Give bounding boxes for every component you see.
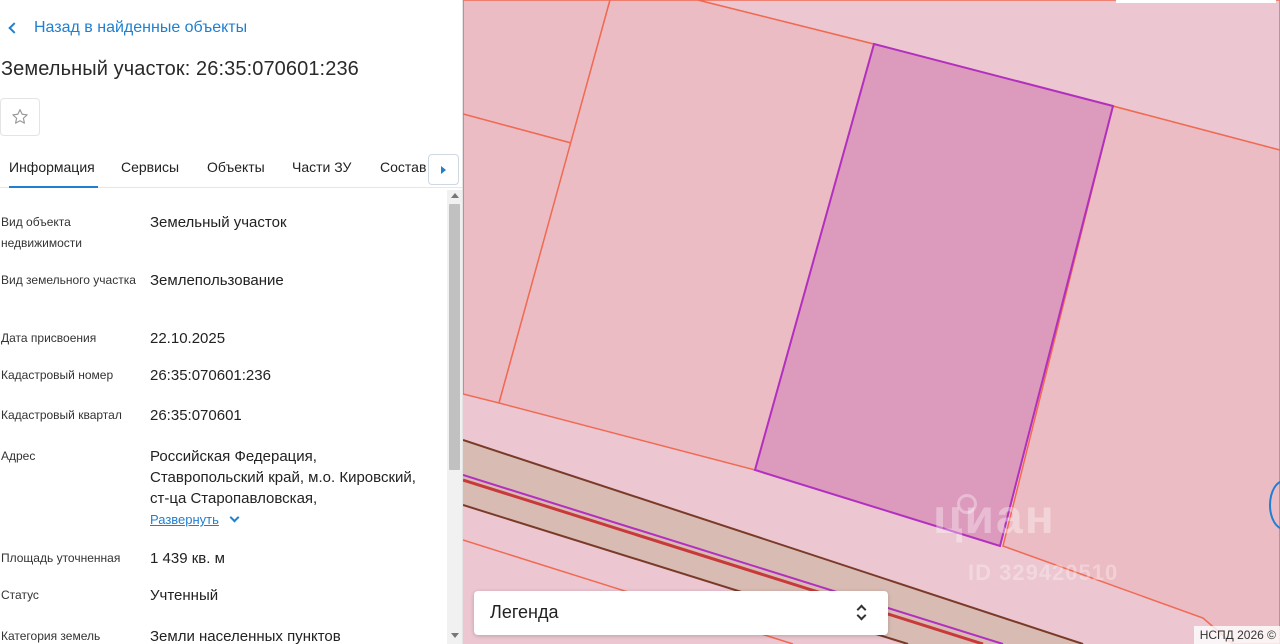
tab-information[interactable]: Информация: [9, 152, 98, 188]
property-value: Учтенный: [150, 587, 219, 604]
watermark: циан: [933, 491, 1056, 544]
tabs-scroll-right-button[interactable]: [428, 154, 459, 185]
scroll-down-arrow-icon[interactable]: [451, 633, 459, 638]
property-value: 22.10.2025: [150, 330, 226, 347]
tab-parcel-parts-label: Части ЗУ: [292, 159, 352, 175]
property-value: Землепользование: [150, 272, 284, 289]
map-top-control-strip: [1116, 0, 1276, 3]
property-value: 26:35:070601:236: [150, 367, 271, 384]
legend-label: Легенда: [490, 602, 559, 622]
map-canvas[interactable]: [463, 0, 1280, 644]
property-label: Статус: [1, 588, 39, 602]
expand-collapse-icon: [856, 603, 868, 625]
property-value: 1 439 кв. м: [150, 550, 225, 567]
tab-parcel-parts[interactable]: Части ЗУ: [292, 152, 351, 188]
back-link-label: Назад в найденные объекты: [34, 19, 248, 36]
tab-objects[interactable]: Объекты: [207, 152, 265, 188]
property-list: Вид объекта недвижимости Земельный участ…: [0, 190, 447, 644]
tab-composition[interactable]: Состав: [380, 152, 426, 188]
caret-right-icon: [441, 165, 446, 174]
property-label: Категория земель: [1, 629, 101, 643]
map-attribution: НСПД 2026 ©: [1193, 626, 1280, 644]
tab-composition-label: Состав: [380, 159, 427, 175]
back-to-results-link[interactable]: Назад в найденные объекты: [6, 19, 247, 37]
info-panel: Назад в найденные объекты Земельный учас…: [0, 0, 463, 644]
page-title: Земельный участок: 26:35:070601:236: [1, 58, 359, 80]
property-value: 26:35:070601: [150, 407, 242, 424]
property-label: Дата присвоения: [1, 331, 97, 345]
property-list-scrollbar[interactable]: [447, 190, 462, 644]
expand-address-label: Развернуть: [150, 512, 219, 527]
tab-information-label: Информация: [9, 159, 95, 175]
property-label: Кадастровый квартал: [1, 408, 122, 422]
scrollbar-thumb[interactable]: [449, 204, 460, 470]
property-label: Вид земельного участка: [1, 273, 136, 287]
watermark-id: ID 329420510: [968, 560, 1119, 585]
favorite-button[interactable]: [0, 98, 40, 136]
legend-dropdown[interactable]: Легенда: [474, 591, 888, 635]
cadastral-map[interactable]: циан ID 329420510 Легенда НСПД 2026 ©: [463, 0, 1280, 644]
property-label: Площадь уточненная: [1, 551, 121, 565]
property-label: Адрес: [1, 449, 36, 463]
star-outline-icon: [12, 109, 28, 124]
chevron-down-icon: [229, 512, 240, 523]
chevron-left-icon: [8, 22, 20, 34]
tab-bar: Информация Сервисы Объекты Части ЗУ Сост…: [0, 152, 462, 188]
tab-objects-label: Объекты: [207, 159, 265, 175]
property-value: Земельный участок: [150, 214, 287, 231]
tab-services[interactable]: Сервисы: [121, 152, 179, 188]
property-label: Вид объекта недвижимости: [1, 215, 82, 250]
expand-address-link[interactable]: Развернуть: [150, 512, 240, 527]
scroll-up-arrow-icon[interactable]: [451, 193, 459, 198]
property-value: Российская Федерация, Ставропольский кра…: [150, 448, 416, 507]
tab-services-label: Сервисы: [121, 159, 180, 175]
property-label: Кадастровый номер: [1, 368, 114, 382]
property-value: Земли населенных пунктов: [150, 628, 341, 644]
